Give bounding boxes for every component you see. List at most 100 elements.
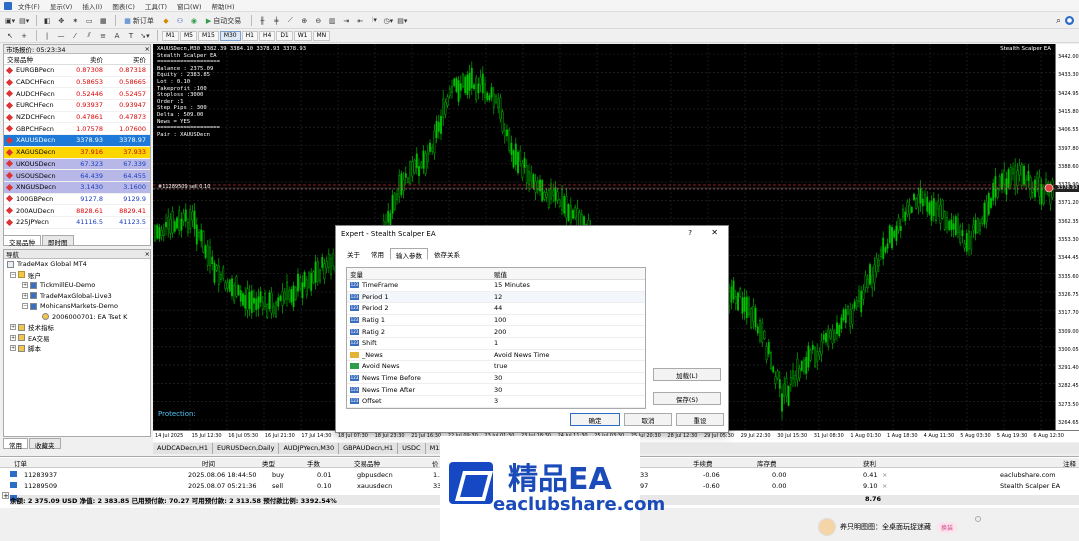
th-order[interactable]: 订单 xyxy=(14,458,27,468)
param-value[interactable]: 100 xyxy=(491,316,641,324)
tile-windows-icon[interactable]: ▥ xyxy=(326,15,338,27)
indicators-icon[interactable]: ⫶▾ xyxy=(368,15,380,27)
market-icon[interactable]: ⚇ xyxy=(174,15,186,27)
nav-account-3[interactable]: − MohicansMarkets-Demo xyxy=(4,301,150,312)
tab-favorites[interactable]: 收藏夹 xyxy=(29,438,61,450)
input-param-row[interactable]: 123 News Time After 30 xyxy=(347,384,645,396)
cancel-button[interactable]: 取消 xyxy=(624,413,672,426)
menu-tools[interactable]: 工具(T) xyxy=(145,1,167,11)
th-type[interactable]: 类型 xyxy=(262,458,275,468)
cursor-icon[interactable]: ↖ xyxy=(4,30,16,42)
auto-trade-button[interactable]: ▶ 自动交易 xyxy=(202,15,245,27)
menu-help[interactable]: 帮助(H) xyxy=(212,1,235,11)
param-value[interactable]: 12 xyxy=(491,293,641,301)
nav-experts[interactable]: + EA交易 xyxy=(4,333,150,344)
col-symbol[interactable]: 交易品种 xyxy=(4,54,62,64)
th-lots[interactable]: 手数 xyxy=(307,458,320,468)
th-commission[interactable]: 手续费 xyxy=(693,458,713,468)
input-param-row[interactable]: 123 Ratig 1 100 xyxy=(347,315,645,327)
reset-button[interactable]: 重设 xyxy=(676,413,724,426)
market-watch-row[interactable]: EURCHFecn 0.93937 0.93947 xyxy=(4,100,150,112)
new-order-button[interactable]: ▦ 新订单 xyxy=(120,15,158,27)
new-chart-icon[interactable]: ▣▾ xyxy=(4,15,16,27)
timeframe-h1[interactable]: H1 xyxy=(241,30,258,41)
param-value[interactable]: 44 xyxy=(491,304,641,312)
ok-button[interactable]: 确定 xyxy=(570,413,620,426)
market-watch-row[interactable]: GBPCHFecn 1.07578 1.07600 xyxy=(4,123,150,136)
profiles-icon[interactable]: ▤▾ xyxy=(18,15,30,27)
arrow-icon[interactable]: ➘▾ xyxy=(139,30,151,42)
expand-icon[interactable]: + xyxy=(10,345,16,352)
tab-inputs[interactable]: 输入参数 xyxy=(390,248,428,260)
param-value[interactable]: 200 xyxy=(491,328,641,336)
chart-tab[interactable]: USDC xyxy=(398,443,426,454)
market-watch-row[interactable]: UKOUSDecn 67.323 67.339 xyxy=(4,158,150,171)
tester-icon[interactable]: ▦ xyxy=(97,15,109,27)
th-symbol[interactable]: 交易品种 xyxy=(354,458,380,468)
search-icon[interactable]: ⌕ xyxy=(1056,16,1061,26)
tab-symbols[interactable]: 交易品种 xyxy=(3,235,41,247)
tab-common[interactable]: 常用 xyxy=(3,438,28,450)
price-axis[interactable]: 3442.00 3433.30 3424.95 3415.80 3406.55 3397.… xyxy=(1055,44,1079,430)
autoscroll-icon[interactable]: ⇥ xyxy=(340,15,352,27)
close-order-icon[interactable]: × xyxy=(882,482,887,490)
close-icon[interactable]: × xyxy=(145,45,150,53)
text-icon[interactable]: A xyxy=(111,30,123,42)
desktop-tip[interactable]: 养只明图图：全桌面玩捉迷藏 换装 xyxy=(818,518,958,536)
chart-tab[interactable]: AUDCADecn,H1 xyxy=(153,443,213,454)
tab-about[interactable]: 关于 xyxy=(342,248,365,260)
collapse-icon[interactable]: − xyxy=(10,271,16,278)
terminal-expand-icon[interactable]: + xyxy=(2,492,9,500)
expand-icon[interactable]: + xyxy=(22,282,28,289)
input-param-row[interactable]: 123 Period 2 44 xyxy=(347,303,645,315)
market-watch-row[interactable]: XAGUSDecn 37.916 37.933 xyxy=(4,146,150,159)
horizontal-line-icon[interactable]: — xyxy=(55,30,67,42)
market-watch-row[interactable]: USOUSDecn 64.439 64.455 xyxy=(4,170,150,182)
terminal-icon[interactable]: ▭ xyxy=(83,15,95,27)
market-watch-row[interactable]: XNGUSDecn 3.1430 3.1600 xyxy=(4,181,150,194)
close-icon[interactable]: × xyxy=(145,250,150,258)
timeframe-w1[interactable]: W1 xyxy=(293,30,312,41)
timeframe-m30[interactable]: M30 xyxy=(219,30,241,41)
nav-account-1[interactable]: + TickmillEU-Demo xyxy=(4,280,150,291)
chart-tab[interactable]: GBPAUDecn,H1 xyxy=(339,443,399,454)
crosshair-icon[interactable]: + xyxy=(18,30,30,42)
menu-charts[interactable]: 图表(C) xyxy=(112,1,135,11)
expand-icon[interactable]: + xyxy=(10,334,16,341)
menu-window[interactable]: 窗口(W) xyxy=(177,1,202,11)
community-icon[interactable]: ◉ xyxy=(188,15,200,27)
nav-scripts[interactable]: + 脚本 xyxy=(4,343,150,354)
param-value[interactable]: 15 Minutes xyxy=(491,281,641,289)
market-watch-row[interactable]: AUDCHFecn 0.52446 0.52457 xyxy=(4,88,150,101)
timeframe-m5[interactable]: M5 xyxy=(180,30,197,41)
param-value[interactable]: 30 xyxy=(491,374,641,382)
input-param-row[interactable]: 123 TimeFrame 15 Minutes xyxy=(347,280,645,292)
market-watch-row[interactable]: 100GBPecn 9127.8 9129.9 xyxy=(4,194,150,206)
param-value[interactable]: 1 xyxy=(491,339,641,347)
zoom-in-icon[interactable]: ⊕ xyxy=(298,15,310,27)
timeframe-mn[interactable]: MN xyxy=(312,30,331,41)
zoom-out-icon[interactable]: ⊖ xyxy=(312,15,324,27)
col-bid[interactable]: 卖价 xyxy=(62,54,106,64)
market-watch-icon[interactable]: ◧ xyxy=(41,15,53,27)
close-order-icon[interactable]: × xyxy=(882,471,887,479)
th-swap[interactable]: 库存费 xyxy=(757,458,777,468)
navigator-icon[interactable]: ✶ xyxy=(69,15,81,27)
timeframe-h4[interactable]: H4 xyxy=(258,30,276,41)
nav-root[interactable]: TradeMax Global MT4 xyxy=(4,259,150,270)
chart-shift-icon[interactable]: ⇤ xyxy=(354,15,366,27)
menu-view[interactable]: 显示(V) xyxy=(50,1,73,11)
line-chart-icon[interactable]: ⟋ xyxy=(284,15,296,27)
th-price[interactable]: 价 xyxy=(432,458,439,468)
vertical-line-icon[interactable]: | xyxy=(41,30,53,42)
market-watch-row[interactable]: 225JPYecn 41116.5 41123.5 xyxy=(4,217,150,229)
market-watch-row[interactable]: CADCHFecn 0.58653 0.58665 xyxy=(4,77,150,89)
save-button[interactable]: 保存(S) xyxy=(653,392,721,405)
collapse-icon[interactable]: − xyxy=(22,303,28,310)
text-label-icon[interactable]: T xyxy=(125,30,137,42)
market-watch-row[interactable]: XAUUSDecn 3378.93 3378.97 xyxy=(4,135,150,147)
market-watch-row[interactable]: EURGBPecn 0.87308 0.87318 xyxy=(4,65,150,77)
input-param-row[interactable]: 123 Ratig 2 200 xyxy=(347,326,645,338)
timeframe-m15[interactable]: M15 xyxy=(198,30,219,41)
signals-icon[interactable]: ◆ xyxy=(160,15,172,27)
